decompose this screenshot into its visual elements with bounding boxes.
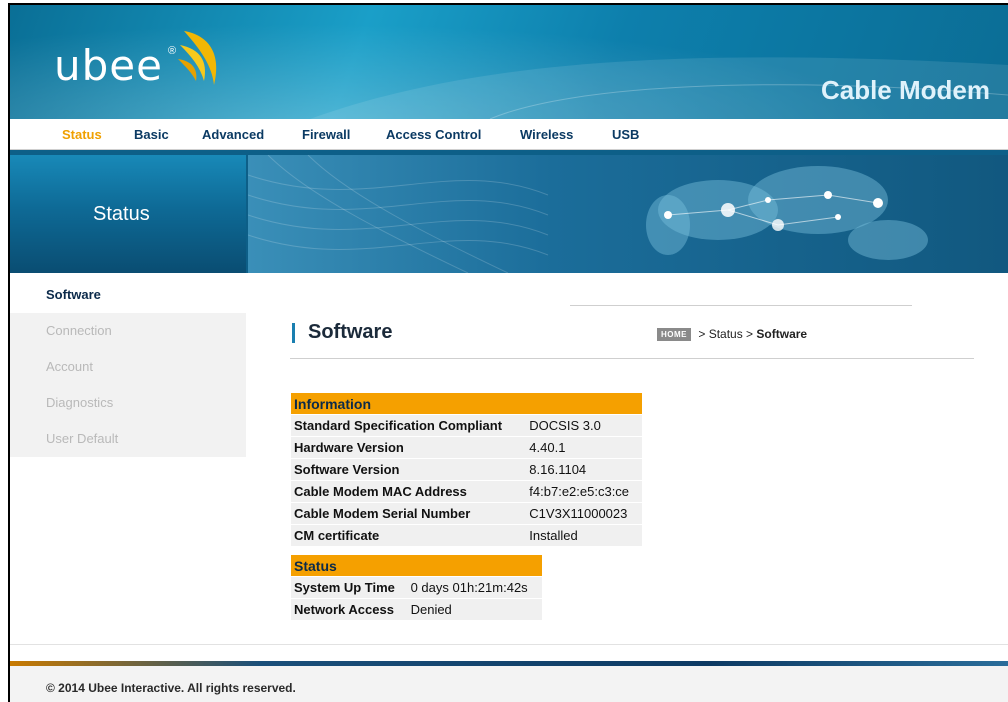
home-badge[interactable]: HOME bbox=[657, 328, 691, 342]
status-value: 0 days 01h:21m:42s bbox=[407, 576, 542, 599]
nav-status[interactable]: Status bbox=[62, 127, 102, 142]
page-frame: ubee ® Cable Modem Status Basic Advanced… bbox=[8, 3, 1008, 702]
information-heading: Information bbox=[291, 393, 642, 415]
table-row: System Up Time 0 days 01h:21m:42s bbox=[291, 576, 542, 599]
banner-title: Status bbox=[93, 203, 150, 225]
table-row: Cable Modem Serial Number C1V3X11000023 bbox=[291, 502, 642, 525]
main-nav: Status Basic Advanced Firewall Access Co… bbox=[10, 119, 1008, 150]
table-row: Standard Specification Compliant DOCSIS … bbox=[291, 414, 642, 437]
table-row: Software Version 8.16.1104 bbox=[291, 458, 642, 481]
nav-wireless[interactable]: Wireless bbox=[520, 127, 573, 142]
breadcrumb-status: Status bbox=[708, 327, 743, 341]
nav-access-control[interactable]: Access Control bbox=[386, 127, 481, 142]
footer: © 2014 Ubee Interactive. All rights rese… bbox=[10, 666, 1008, 702]
sidebar-item-account[interactable]: Account bbox=[10, 349, 246, 385]
table-row: CM certificate Installed bbox=[291, 524, 642, 547]
info-value: 4.40.1 bbox=[526, 436, 642, 459]
top-divider bbox=[570, 305, 912, 306]
sidebar-item-diagnostics[interactable]: Diagnostics bbox=[10, 385, 246, 421]
breadcrumb-current: Software bbox=[756, 327, 808, 341]
logo-registered-mark: ® bbox=[168, 45, 177, 57]
table-row: Hardware Version 4.40.1 bbox=[291, 436, 642, 459]
breadcrumb-sep: > bbox=[742, 327, 757, 341]
product-title: Cable Modem bbox=[820, 75, 990, 105]
nav-advanced[interactable]: Advanced bbox=[202, 127, 264, 142]
copyright-text: © 2014 Ubee Interactive. All rights rese… bbox=[46, 681, 296, 695]
sidebar-item-connection[interactable]: Connection bbox=[10, 313, 246, 349]
nav-firewall[interactable]: Firewall bbox=[302, 127, 350, 142]
info-value: C1V3X11000023 bbox=[526, 502, 642, 525]
status-value: Denied bbox=[407, 598, 542, 621]
sidebar: Software Connection Account Diagnostics … bbox=[10, 277, 246, 457]
breadcrumb: HOME > Status > Software bbox=[657, 327, 808, 342]
banner-title-panel: Status bbox=[10, 155, 246, 273]
table-row: Network Access Denied bbox=[291, 598, 542, 621]
info-label: Standard Specification Compliant bbox=[291, 414, 527, 437]
table-row: Cable Modem MAC Address f4:b7:e2:e5:c3:c… bbox=[291, 480, 642, 503]
footer-divider bbox=[10, 644, 1008, 645]
page-title: Software bbox=[308, 321, 393, 343]
content-divider bbox=[290, 358, 974, 359]
info-value: 8.16.1104 bbox=[526, 458, 642, 481]
sidebar-item-software[interactable]: Software bbox=[10, 277, 246, 313]
info-label: Cable Modem MAC Address bbox=[291, 480, 527, 503]
world-map-network-icon bbox=[247, 154, 928, 273]
breadcrumb-sep: > bbox=[695, 327, 709, 341]
nav-basic[interactable]: Basic bbox=[134, 127, 169, 142]
info-value: f4:b7:e2:e5:c3:ce bbox=[526, 480, 642, 503]
sidebar-item-user-default[interactable]: User Default bbox=[10, 421, 246, 457]
ubee-fish-logo-icon bbox=[178, 31, 217, 85]
info-label: Hardware Version bbox=[291, 436, 527, 459]
nav-usb[interactable]: USB bbox=[612, 127, 639, 142]
information-table: Information Standard Specification Compl… bbox=[291, 393, 642, 547]
banner-image bbox=[247, 154, 1008, 273]
ubee-logo[interactable]: ubee bbox=[54, 41, 163, 90]
status-table: Status System Up Time 0 days 01h:21m:42s… bbox=[291, 555, 542, 621]
status-label: System Up Time bbox=[291, 576, 408, 599]
info-label: Software Version bbox=[291, 458, 527, 481]
info-label: Cable Modem Serial Number bbox=[291, 502, 527, 525]
header: ubee ® Cable Modem bbox=[10, 5, 1008, 119]
section-banner: Status bbox=[10, 150, 1008, 273]
info-label: CM certificate bbox=[291, 524, 527, 547]
info-value: Installed bbox=[526, 524, 642, 547]
status-heading: Status bbox=[291, 555, 542, 577]
status-label: Network Access bbox=[291, 598, 408, 621]
info-value: DOCSIS 3.0 bbox=[526, 414, 642, 437]
title-accent-bar bbox=[292, 323, 295, 343]
